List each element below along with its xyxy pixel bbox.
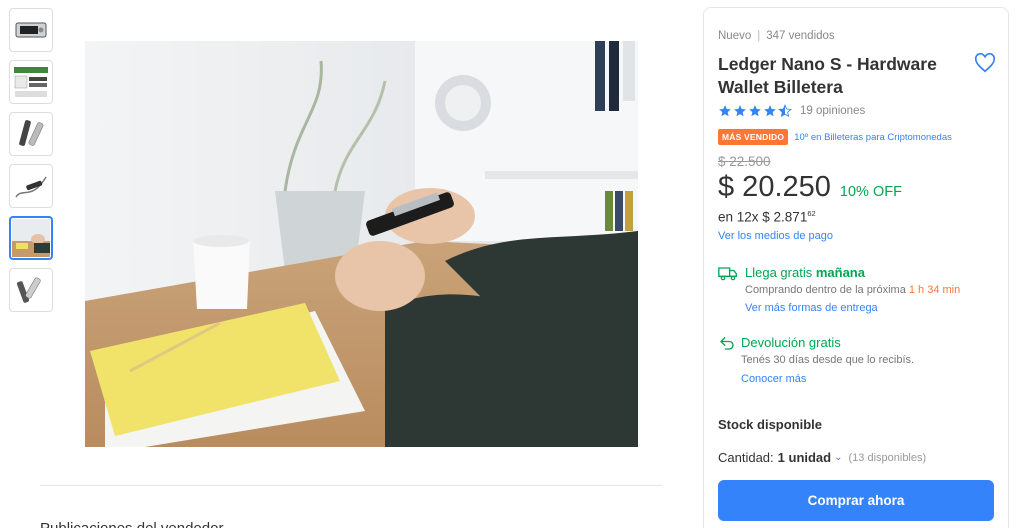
favorite-heart-icon[interactable] <box>974 52 996 74</box>
payment-methods-link[interactable]: Ver los medios de pago <box>718 230 833 242</box>
shipping-title: Llega gratis mañana <box>745 265 865 280</box>
quantity-selector[interactable]: Cantidad: 1 unidad ⌄ (13 disponibles) <box>718 450 926 465</box>
thumbnail-5[interactable] <box>9 216 53 260</box>
thumbnail-6[interactable] <box>9 268 53 312</box>
chevron-down-icon: ⌄ <box>834 452 843 463</box>
installments-cents: 62 <box>807 209 816 218</box>
shipping-title-prefix: Llega gratis <box>745 265 813 280</box>
truck-icon <box>718 267 737 281</box>
thumbnail-list <box>9 8 53 320</box>
quantity-label: Cantidad: <box>718 450 774 465</box>
device-open-icon <box>16 277 41 303</box>
buy-now-button[interactable]: Comprar ahora <box>718 480 994 521</box>
current-price: $ 20.250 <box>718 171 831 203</box>
installments-text: en 12x $ 2.87162 <box>718 209 816 225</box>
product-title: Ledger Nano S - Hardware Wallet Billeter… <box>718 54 937 97</box>
device-in-hand-icon <box>12 219 50 257</box>
condition-line: Nuevo | 347 vendidos <box>718 30 835 42</box>
reviews-count: 19 opiniones <box>800 105 866 117</box>
return-arrow-icon <box>720 337 734 350</box>
original-price: $ 22.500 <box>718 154 771 169</box>
best-seller-badge: MÁS VENDIDO <box>718 129 789 145</box>
device-front-icon <box>15 22 47 38</box>
thumbnail-3[interactable] <box>9 112 53 156</box>
price-row: $ 20.250 10% OFF <box>718 171 902 204</box>
shipping-subtitle-prefix: Comprando dentro de la próxima <box>745 284 906 296</box>
delivery-options-link[interactable]: Ver más formas de entrega <box>745 302 878 314</box>
package-contents-icon <box>14 67 48 97</box>
device-pair-icon <box>19 120 44 146</box>
discount-label: 10% OFF <box>839 184 902 200</box>
product-photo <box>85 41 638 447</box>
shipping-subtitle: Comprando dentro de la próxima 1 h 34 mi… <box>745 284 960 296</box>
star-full-icon <box>734 105 746 117</box>
rating-stars <box>718 104 792 118</box>
shipping-countdown: 1 h 34 min <box>908 284 961 296</box>
rating-row[interactable]: 19 opiniones <box>718 104 865 118</box>
star-full-icon <box>764 105 776 117</box>
section-divider <box>40 485 662 486</box>
star-full-icon <box>749 105 761 117</box>
available-count: (13 disponibles) <box>848 451 927 464</box>
separator: | <box>757 30 761 42</box>
returns-title: Devolución gratis <box>741 335 841 350</box>
thumbnail-1[interactable] <box>9 8 53 52</box>
installments-amount: en 12x $ 2.871 <box>718 209 808 225</box>
returns-info-link[interactable]: Conocer más <box>741 373 806 385</box>
thumbnail-2[interactable] <box>9 60 53 104</box>
category-ranking-link[interactable]: 10º en Billeteras para Criptomonedas <box>794 132 952 143</box>
condition-label: Nuevo <box>718 30 752 42</box>
product-main-image[interactable] <box>85 41 638 447</box>
sold-count: 347 vendidos <box>766 30 835 42</box>
stock-status: Stock disponible <box>718 417 823 432</box>
thumbnail-4[interactable] <box>9 164 53 208</box>
star-full-icon <box>719 105 731 117</box>
badge-row: MÁS VENDIDO 10º en Billeteras para Cript… <box>718 129 952 145</box>
device-cable-icon <box>15 176 47 198</box>
shipping-day: mañana <box>815 265 865 280</box>
seller-publications-heading: Publicaciones del vendedor <box>40 520 280 528</box>
returns-subtitle: Tenés 30 días desde que lo recibís. <box>741 354 915 366</box>
purchase-panel: Nuevo | 347 vendidos Ledger Nano S - Hardw… <box>703 7 1009 528</box>
quantity-value: 1 unidad <box>777 450 832 465</box>
star-half-icon <box>778 104 792 118</box>
